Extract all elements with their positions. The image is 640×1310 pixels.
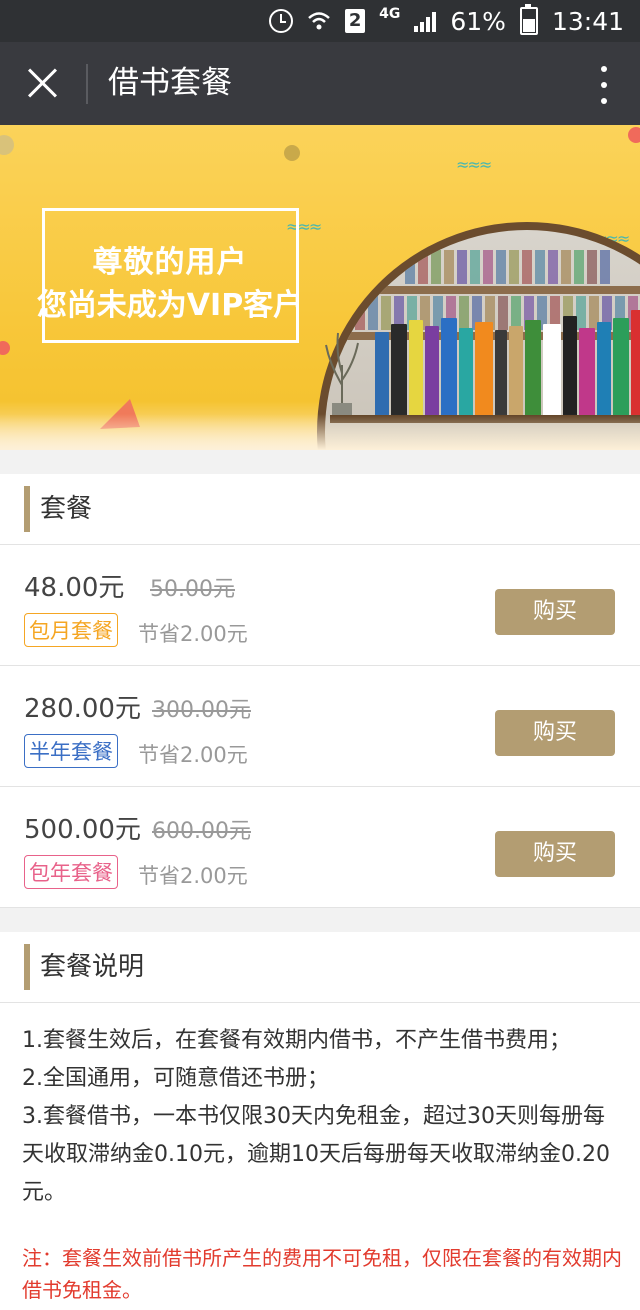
book-stack — [375, 295, 640, 420]
plan-tag: 包月套餐 — [24, 613, 118, 647]
welcome-line-2: 您尚未成为VIP客户 — [36, 288, 304, 323]
plan-price: 48.00元 — [24, 573, 125, 603]
plans-section-header: 套餐 — [0, 474, 640, 545]
title-bar: 借书套餐 — [0, 42, 640, 125]
plan-price: 280.00元 — [24, 694, 141, 724]
plan-row-monthly: 48.00元 50.00元 包月套餐 节省2.00元 购买 — [0, 545, 640, 666]
section-accent-bar — [24, 486, 30, 532]
decor-wave-icon: ≈≈≈ — [456, 155, 492, 174]
plan-tag: 半年套餐 — [24, 734, 118, 768]
vip-banner: ≈≈≈ ≈≈≈ ≈≈≈ 尊敬的用户 您尚未成为VIP客户 — [0, 125, 640, 450]
plans-section-title: 套餐 — [40, 494, 93, 524]
description-item: 3.套餐借书，一本书仅限30天内免租金，超过30天则每册每天收取滞纳金0.10元… — [22, 1104, 610, 1205]
signal-icon — [414, 10, 437, 32]
decor-dot — [284, 145, 300, 161]
wifi-icon — [308, 12, 330, 30]
description-item: 1.套餐生效后，在套餐有效期内借书，不产生借书费用； — [22, 1028, 571, 1053]
alarm-icon — [269, 9, 294, 33]
plan-saving: 节省2.00元 — [138, 743, 248, 767]
plan-tag: 包年套餐 — [24, 855, 118, 889]
more-icon[interactable] — [600, 66, 608, 104]
sim-icon: 2 — [345, 9, 366, 33]
buy-monthly-button[interactable]: 购买 — [495, 589, 615, 635]
plan-original-price: 600.00元 — [152, 819, 251, 844]
battery-icon — [519, 4, 538, 35]
close-icon[interactable] — [26, 66, 60, 100]
status-icons: 2 4G 61% 13:41 — [269, 0, 624, 42]
plan-original-price: 50.00元 — [150, 577, 235, 602]
plan-price: 500.00元 — [24, 815, 141, 845]
plan-row-halfyear: 280.00元 300.00元 半年套餐 节省2.00元 购买 — [0, 666, 640, 787]
network-type: 4G — [379, 6, 401, 22]
notice-text: 注：套餐生效前借书所产生的费用不可免租，仅限在套餐的有效期内借书免租金。 — [22, 1246, 622, 1302]
plan-saving: 节省2.00元 — [138, 622, 248, 646]
section-accent-bar — [24, 944, 30, 990]
clock: 13:41 — [551, 6, 624, 36]
battery-percent: 61% — [450, 6, 506, 36]
buy-yearly-button[interactable]: 购买 — [495, 831, 615, 877]
decor-dot — [628, 127, 640, 143]
status-bar: 2 4G 61% 13:41 — [0, 0, 640, 42]
buy-halfyear-button[interactable]: 购买 — [495, 710, 615, 756]
plan-saving: 节省2.00元 — [138, 864, 248, 888]
description-section-title: 套餐说明 — [40, 952, 145, 982]
description-item: 2.全国通用，可随意借还书册； — [22, 1066, 329, 1091]
description-section-header: 套餐说明 — [0, 932, 640, 1003]
plan-row-yearly: 500.00元 600.00元 包年套餐 节省2.00元 购买 — [0, 787, 640, 908]
title-divider — [86, 64, 88, 104]
welcome-line-1: 尊敬的用户 — [92, 245, 248, 280]
plant-icon — [325, 332, 359, 417]
description-list: 1.套餐生效后，在套餐有效期内借书，不产生借书费用； 2.全国通用，可随意借还书… — [22, 1022, 622, 1212]
banner-fade — [0, 414, 640, 450]
page-title: 借书套餐 — [108, 65, 232, 101]
plan-original-price: 300.00元 — [152, 698, 251, 723]
decor-dot — [0, 135, 14, 155]
decor-dot — [0, 341, 10, 355]
